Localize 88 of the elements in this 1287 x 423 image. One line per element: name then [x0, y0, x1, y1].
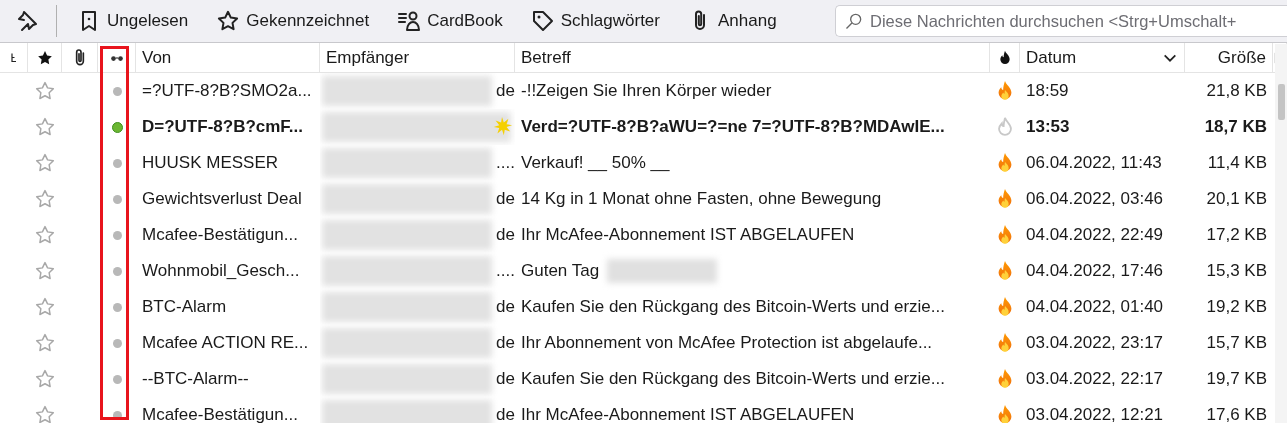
star-icon[interactable] — [34, 332, 56, 354]
star-icon[interactable] — [34, 224, 56, 246]
date-text: 03.04.2022, 12:21 — [1026, 405, 1164, 423]
size-text: 20,1 KB — [1206, 189, 1267, 209]
recipient-text: de — [496, 333, 515, 353]
read-dot[interactable] — [112, 266, 122, 276]
star-icon[interactable] — [34, 260, 56, 282]
read-dot[interactable] — [112, 410, 122, 420]
read-dot[interactable] — [112, 230, 122, 240]
size-text: 19,2 KB — [1206, 297, 1267, 317]
sender-name: Wohnmobil_Gesch... — [142, 261, 300, 281]
column-header[interactable]: Empfänger — [326, 47, 410, 68]
filter-button[interactable]: Ungelesen — [71, 5, 195, 37]
subject-text: Kaufen Sie den Rückgang des Bitcoin-Werts und erzie... — [521, 369, 945, 389]
date-text: 03.04.2022, 23:17 — [1026, 333, 1164, 353]
date-text: 06.04.2022, 03:46 — [1026, 189, 1164, 209]
star-icon[interactable] — [34, 188, 56, 210]
subject-text: Ihr McAfee-Abonnement IST ABGELAUFEN — [521, 405, 855, 423]
subject-text: Kaufen Sie den Rückgang des Bitcoin-Werts und erzie... — [521, 297, 945, 317]
date-text: 04.04.2022, 01:40 — [1026, 297, 1164, 317]
size-text: 15,7 KB — [1206, 333, 1267, 353]
read-dot[interactable] — [112, 158, 122, 168]
size-text: 18,7 KB — [1204, 117, 1267, 137]
column-header[interactable]: Von — [142, 47, 172, 68]
subject-text: Guten Tag — [521, 261, 600, 281]
filter-button[interactable]: Anhang — [682, 5, 783, 37]
recipient-text: de — [496, 297, 515, 317]
star-icon[interactable] — [34, 296, 56, 318]
search-icon — [844, 11, 864, 31]
recipient-text: de — [496, 405, 515, 423]
sender-name: Gewichtsverlust Deal — [142, 189, 302, 209]
date-text: 04.04.2022, 17:46 — [1026, 261, 1164, 281]
star-icon[interactable] — [34, 368, 56, 390]
sender-name: Mcafee ACTION RE... — [142, 333, 309, 353]
unread-dot[interactable] — [111, 121, 123, 133]
size-text: 15,3 KB — [1206, 261, 1267, 281]
scrollbar[interactable] — [1275, 44, 1287, 423]
star-icon[interactable] — [34, 152, 56, 174]
size-text: 21,8 KB — [1206, 81, 1267, 101]
subject-text: -!!Zeigen Sie Ihren Körper wieder — [521, 81, 772, 101]
date-text: 13:53 — [1026, 117, 1070, 137]
read-dot[interactable] — [112, 302, 122, 312]
subject-text: Verkauf! __ 50% __ — [521, 153, 670, 173]
pin-icon — [15, 9, 39, 33]
recipient-text: de — [496, 81, 515, 101]
sender-name: --BTC-Alarm-- — [142, 369, 249, 389]
contact-list-icon — [397, 9, 422, 33]
recipient-text: de — [496, 189, 515, 209]
column-header[interactable]: Datum — [1026, 47, 1077, 68]
recipient-text: de — [496, 369, 515, 389]
recipient-text: de — [496, 225, 515, 245]
search-field[interactable]: Diese Nachrichten durchsuchen <Strg+Umschalt+ — [835, 5, 1287, 37]
subject-text: 14 Kg in 1 Monat ohne Fasten, ohne Bewegung — [521, 189, 882, 209]
date-text: 18:59 — [1026, 81, 1069, 101]
sender-name: Mcafee-Bestätigun... — [142, 405, 298, 423]
read-dot[interactable] — [112, 338, 122, 348]
read-dot[interactable] — [112, 374, 122, 384]
size-text: 19,7 KB — [1206, 369, 1267, 389]
sender-name: HUUSK MESSER — [142, 153, 279, 173]
sender-name: BTC-Alarm — [142, 297, 227, 317]
recipient-text: .... — [496, 153, 515, 173]
sender-name: D=?UTF-8?B?cmF... — [142, 117, 304, 137]
scrollbar-thumb[interactable] — [1278, 84, 1285, 120]
sender-name: =?UTF-8?B?SMO2a... — [142, 81, 312, 101]
date-text: 06.04.2022, 11:43 — [1026, 153, 1162, 173]
star-icon[interactable] — [34, 80, 56, 102]
subject-text: Verd=?UTF-8?B?aWU=?=ne 7=?UTF-8?B?MDAwIE... — [521, 117, 945, 137]
size-text: 11,4 KB — [1207, 153, 1267, 173]
size-text: 17,6 KB — [1206, 405, 1267, 423]
star-icon — [216, 9, 241, 33]
date-text: 04.04.2022, 22:49 — [1026, 225, 1164, 245]
filter-button[interactable]: CardBook — [391, 5, 509, 37]
search-placeholder: Diese Nachrichten durchsuchen <Strg+Umschalt+ — [870, 11, 1237, 31]
star-icon[interactable] — [34, 116, 56, 138]
tag-icon — [530, 9, 555, 33]
sender-name: Mcafee-Bestätigun... — [142, 225, 298, 245]
recipient-text: .... — [496, 261, 515, 281]
read-dot[interactable] — [112, 86, 122, 96]
filter-button[interactable]: Schlagwörter — [524, 5, 666, 37]
column-header[interactable]: Betreff — [521, 47, 571, 68]
column-header[interactable]: Größe — [1217, 47, 1266, 68]
read-dot[interactable] — [112, 194, 122, 204]
subject-text: Ihr Abonnement von McAfee Protection ist abgelaufe... — [521, 333, 933, 353]
date-text: 03.04.2022, 22:17 — [1026, 369, 1164, 389]
size-text: 17,2 KB — [1206, 225, 1267, 245]
filter-button[interactable]: Gekennzeichnet — [210, 5, 376, 37]
star-icon[interactable] — [34, 404, 56, 423]
subject-text: Ihr McAfee-Abonnement IST ABGELAUFEN — [521, 225, 855, 245]
